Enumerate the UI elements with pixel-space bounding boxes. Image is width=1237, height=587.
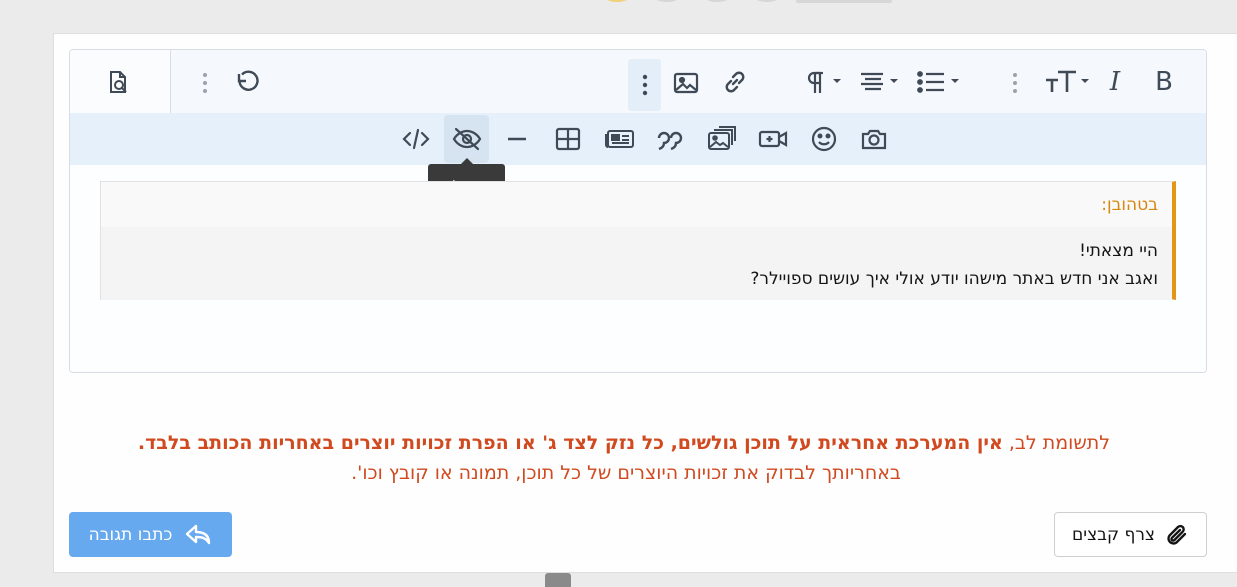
bold-label: B xyxy=(1155,67,1173,97)
insert-quote-button[interactable] xyxy=(652,122,688,156)
vertical-dots-icon xyxy=(1013,73,1017,93)
camera-icon xyxy=(861,129,887,150)
quote-content: היי מצאתי! ואגב אני חדש באתר מישהו יודע … xyxy=(101,227,1172,300)
disclaimer-notice: לתשומת לב, אין המערכת אחראית על תוכן גול… xyxy=(100,428,1152,488)
quote-author: בטהובן: xyxy=(101,182,1172,227)
insert-video-button[interactable] xyxy=(754,122,792,156)
italic-button[interactable]: I xyxy=(1100,64,1130,100)
eye-slash-icon xyxy=(452,127,481,151)
more-options-left-button[interactable] xyxy=(194,66,216,100)
smiley-icon xyxy=(811,126,837,152)
link-icon xyxy=(725,71,745,93)
undo-button[interactable] xyxy=(230,64,264,100)
notice-line-1: לתשומת לב, אין המערכת אחראית על תוכן גול… xyxy=(100,428,1152,458)
reaction-icon xyxy=(600,0,634,2)
newspaper-icon xyxy=(605,130,634,148)
preview-button[interactable] xyxy=(98,64,138,102)
paperclip-icon xyxy=(1167,524,1187,545)
notice-bold: אין המערכת אחראית על תוכן גולשים, כל נזק… xyxy=(145,432,1003,454)
bold-button[interactable]: B xyxy=(1148,64,1180,100)
preview-icon xyxy=(110,71,127,93)
post-reply-button[interactable]: כתבו תגובה xyxy=(69,512,232,557)
paragraph-icon xyxy=(807,71,841,93)
quote-line: היי מצאתי! xyxy=(1079,241,1158,261)
undo-icon xyxy=(237,70,259,91)
image-icon xyxy=(673,72,699,94)
video-plus-icon xyxy=(758,130,788,148)
notice-line-2: באחריותך לבדוק את זכויות היוצרים של כל ת… xyxy=(351,462,901,484)
minus-icon xyxy=(508,137,526,141)
reaction-icon xyxy=(650,0,684,2)
quote-line: ואגב אני חדש באתר מישהו יודע אולי איך עו… xyxy=(750,269,1158,289)
insert-emoji-button[interactable] xyxy=(806,122,842,156)
quote-icon xyxy=(657,131,683,151)
source-code-button[interactable] xyxy=(398,120,434,158)
font-size-button[interactable] xyxy=(1042,64,1092,100)
insert-link-button[interactable] xyxy=(718,64,752,100)
resize-handle[interactable] xyxy=(545,573,571,587)
post-reply-label: כתבו תגובה xyxy=(88,524,173,545)
italic-label: I xyxy=(1109,67,1121,97)
attach-files-label: צרף קבצים xyxy=(1071,524,1156,545)
code-icon xyxy=(402,128,430,150)
vertical-dots-icon xyxy=(642,74,647,96)
list-icon xyxy=(917,71,959,93)
reaction-icon xyxy=(700,0,734,2)
notice-prefix: לתשומת לב, xyxy=(1008,432,1111,454)
paragraph-format-button[interactable] xyxy=(800,64,846,100)
insert-photo-button[interactable] xyxy=(856,122,892,156)
spoiler-button[interactable] xyxy=(444,115,489,163)
horizontal-line-button[interactable] xyxy=(500,122,534,156)
images-icon xyxy=(708,126,736,150)
insert-media-embed-button[interactable] xyxy=(602,122,638,156)
vertical-dots-icon xyxy=(203,73,207,93)
table-icon xyxy=(555,127,581,151)
attach-files-button[interactable]: צרף קבצים xyxy=(1054,512,1207,557)
insert-table-button[interactable] xyxy=(551,122,585,156)
top-button-remnant xyxy=(796,0,892,3)
list-button[interactable] xyxy=(914,64,964,100)
more-options-right-button[interactable] xyxy=(1004,66,1026,100)
quote-block: בטהובן: היי מצאתי! ואגב אני חדש באתר מיש… xyxy=(100,181,1176,300)
more-options-button[interactable] xyxy=(628,59,661,111)
top-bar-remnant xyxy=(0,0,1237,4)
reaction-icon xyxy=(750,0,784,2)
reply-icon xyxy=(186,524,211,544)
align-icon xyxy=(861,72,898,91)
align-button[interactable] xyxy=(856,64,904,100)
insert-image-button[interactable] xyxy=(670,66,702,100)
text-size-icon xyxy=(1046,70,1089,92)
toolbar-row-insert xyxy=(70,113,1206,165)
insert-gallery-button[interactable] xyxy=(703,120,741,156)
